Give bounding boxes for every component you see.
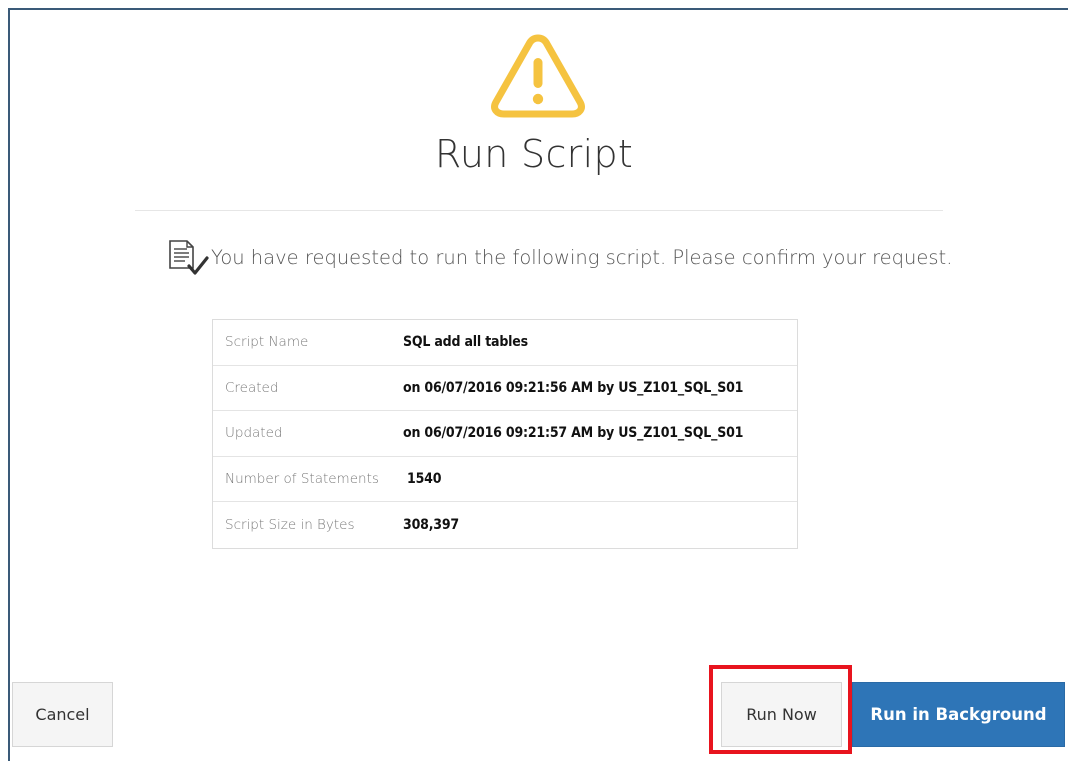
run-now-button[interactable]: Run Now — [721, 682, 842, 747]
row-value: on 06/07/2016 09:21:57 AM by US_Z101_SQL… — [403, 425, 744, 442]
row-label: Script Size in Bytes — [225, 517, 355, 534]
confirmation-message: You have requested to run the following … — [165, 237, 952, 277]
dialog-title: Run Script — [434, 132, 634, 176]
warning-icon — [491, 34, 585, 118]
details-row-updated: Updated on 06/07/2016 09:21:57 AM by US_… — [213, 411, 797, 457]
run-in-background-button[interactable]: Run in Background — [852, 682, 1065, 747]
message-text: You have requested to run the following … — [211, 245, 953, 269]
script-details-table: Script Name SQL add all tables Created o… — [212, 319, 798, 549]
row-label: Script Name — [225, 334, 309, 351]
details-row-statements: Number of Statements 1540 — [213, 457, 797, 503]
details-row-script-name: Script Name SQL add all tables — [213, 320, 797, 366]
row-label: Updated — [225, 425, 283, 442]
row-value: SQL add all tables — [403, 334, 528, 351]
details-row-created: Created on 06/07/2016 09:21:56 AM by US_… — [213, 366, 797, 412]
row-label: Created — [225, 379, 279, 396]
cancel-button[interactable]: Cancel — [12, 682, 113, 747]
row-value: 308,397 — [403, 517, 459, 534]
document-check-icon — [169, 240, 209, 275]
row-label: Number of Statements — [225, 471, 379, 488]
row-value: on 06/07/2016 09:21:56 AM by US_Z101_SQL… — [403, 379, 744, 396]
row-value: 1540 — [407, 471, 442, 488]
details-row-size: Script Size in Bytes 308,397 — [213, 502, 797, 548]
title-divider — [135, 210, 943, 211]
